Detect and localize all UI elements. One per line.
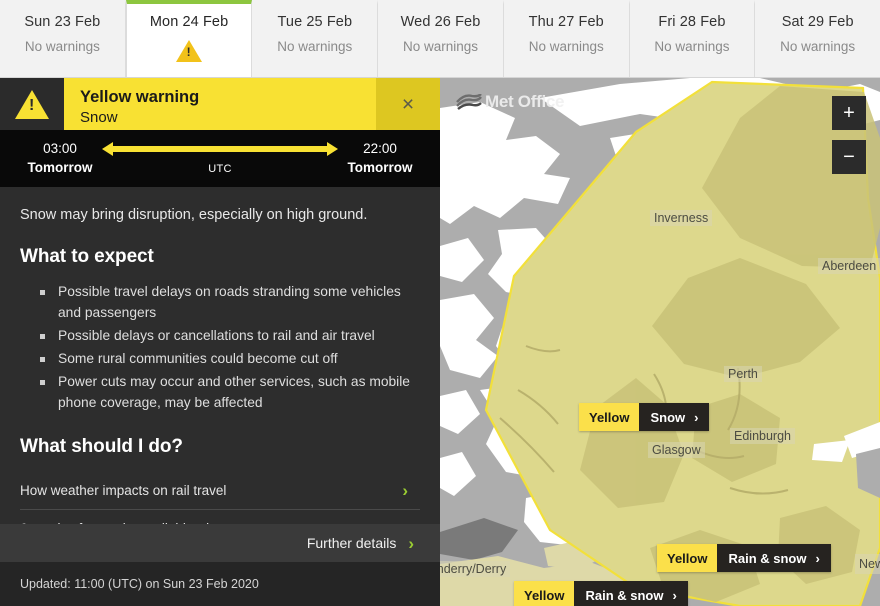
map-label-inverness: Inverness (650, 210, 713, 226)
further-details-button[interactable]: Further details › (0, 524, 440, 562)
chevron-right-icon: › (672, 587, 677, 603)
main-content: Yellow warning Snow × 03:00 Tomorrow UTC… (0, 78, 880, 606)
met-office-waves-icon (456, 94, 482, 110)
warning-header-text: Yellow warning Snow (64, 78, 376, 130)
day-tab-wed-26-feb[interactable]: Wed 26 Feb No warnings (378, 0, 504, 77)
map-label-aberdeen: Aberdeen (818, 258, 880, 274)
warning-detail-panel: Yellow warning Snow × 03:00 Tomorrow UTC… (0, 78, 440, 606)
warning-lead-text: Snow may bring disruption, especially on… (20, 207, 368, 223)
warning-triangle-icon (15, 89, 49, 119)
list-item: Possible delays or cancellations to rail… (20, 326, 420, 347)
map-label-perth: Perth (724, 366, 762, 382)
zoom-in-button[interactable]: + (832, 96, 866, 130)
what-to-expect-list: Possible travel delays on roads strandin… (20, 282, 420, 414)
map-zoom-controls: + − (832, 96, 866, 174)
badge-type-label: Rain & snow (585, 587, 664, 603)
badge-type: Rain & snow › (717, 544, 831, 572)
timeline-end-day: Tomorrow (347, 159, 413, 175)
what-should-i-do-heading: What should I do? (20, 435, 183, 457)
day-tab-sat-29-feb[interactable]: Sat 29 Feb No warnings (755, 0, 880, 77)
timeline-bar-fill (112, 146, 328, 152)
advice-link-winter-tips[interactable]: 6 top tips for staying well this winter … (20, 510, 420, 524)
day-tab-status: No warnings (24, 39, 100, 54)
warning-icon-box (0, 78, 64, 130)
timeline-start-day: Tomorrow (27, 159, 93, 175)
warning-map[interactable]: Met Office + − Inverness Aberdeen Perth … (440, 78, 880, 606)
timeline-start: 03:00 Tomorrow (18, 140, 102, 176)
day-tabs-bar: Sun 23 Feb No warnings Mon 24 Feb Tue 25… (0, 0, 880, 78)
map-label-londonderry: Londonderry/Derry (440, 561, 511, 577)
timeline-bar (102, 142, 338, 156)
warning-timeline: 03:00 Tomorrow UTC 22:00 Tomorrow (0, 130, 440, 187)
badge-type: Snow › (639, 403, 710, 431)
day-tab-status: No warnings (277, 39, 353, 54)
day-tab-date: Fri 28 Feb (658, 14, 726, 30)
day-tab-date: Tue 25 Feb (277, 14, 353, 30)
chevron-right-icon: › (408, 533, 414, 553)
warning-badge-rain-snow-1[interactable]: Yellow Rain & snow › (657, 544, 831, 572)
badge-level: Yellow (514, 581, 575, 606)
timeline-timezone: UTC (208, 163, 232, 175)
list-item: Some rural communities could become cut … (20, 349, 420, 370)
warning-panel-header: Yellow warning Snow × (0, 78, 440, 130)
chevron-right-icon: › (402, 480, 408, 500)
met-office-logo-text: Met Office (485, 92, 565, 111)
warning-badge-snow[interactable]: Yellow Snow › (579, 403, 710, 431)
chevron-right-icon: › (815, 550, 820, 566)
warning-subtitle: Snow (80, 108, 118, 126)
chevron-right-icon: › (694, 409, 699, 425)
zoom-out-button[interactable]: − (832, 140, 866, 174)
day-tab-tue-25-feb[interactable]: Tue 25 Feb No warnings (252, 0, 379, 77)
day-tab-date: Wed 26 Feb (400, 14, 481, 30)
warning-title: Yellow warning (80, 87, 200, 106)
day-tab-status: No warnings (402, 39, 479, 54)
close-icon[interactable]: × (376, 78, 440, 130)
day-tab-date: Thu 27 Feb (528, 14, 604, 30)
badge-type-label: Rain & snow (728, 550, 807, 566)
day-tab-thu-27-feb[interactable]: Thu 27 Feb No warnings (503, 0, 630, 77)
day-tab-date: Mon 24 Feb (149, 14, 229, 30)
badge-type: Rain & snow › (574, 581, 688, 606)
map-canvas (440, 78, 880, 606)
list-item: Possible travel delays on roads strandin… (20, 282, 420, 324)
map-label-edinburgh: Edinburgh (730, 428, 795, 444)
badge-type-label: Snow (650, 409, 686, 425)
timeline-bar-area: UTC (102, 139, 338, 179)
what-to-expect-heading: What to expect (20, 246, 154, 268)
day-tab-status: No warnings (528, 39, 604, 54)
warning-body: Snow may bring disruption, especially on… (0, 187, 440, 524)
updated-timestamp: Updated: 11:00 (UTC) on Sun 23 Feb 2020 (20, 577, 259, 591)
day-tab-mon-24-feb[interactable]: Mon 24 Feb (125, 0, 253, 77)
badge-level: Yellow (579, 403, 640, 431)
warning-triangle-icon (176, 40, 203, 62)
timeline-end-time: 22:00 (363, 141, 397, 157)
further-details-label: Further details (306, 535, 397, 551)
day-tab-date: Sun 23 Feb (24, 14, 101, 30)
map-label-glasgow: Glasgow (648, 442, 705, 458)
advice-link-label: How weather impacts on rail travel (20, 482, 227, 498)
timeline-start-time: 03:00 (43, 141, 77, 157)
list-item: Power cuts may occur and other services,… (20, 372, 420, 414)
warning-badge-rain-snow-2[interactable]: Yellow Rain & snow › (514, 581, 688, 606)
timeline-end: 22:00 Tomorrow (338, 140, 422, 176)
warning-footer: Updated: 11:00 (UTC) on Sun 23 Feb 2020 (0, 562, 440, 606)
advice-link-rail-travel[interactable]: How weather impacts on rail travel › (20, 472, 420, 510)
day-tab-status: No warnings (654, 39, 730, 54)
arrow-right-icon (327, 142, 338, 156)
day-tab-fri-28-feb[interactable]: Fri 28 Feb No warnings (629, 0, 756, 77)
map-label-newcastle: Newcastle upon Tyne (855, 554, 880, 575)
badge-level: Yellow (657, 544, 718, 572)
met-office-logo: Met Office (456, 92, 564, 112)
day-tab-sun-23-feb[interactable]: Sun 23 Feb No warnings (0, 0, 126, 77)
day-tab-status: No warnings (780, 39, 856, 54)
day-tab-date: Sat 29 Feb (781, 14, 854, 30)
